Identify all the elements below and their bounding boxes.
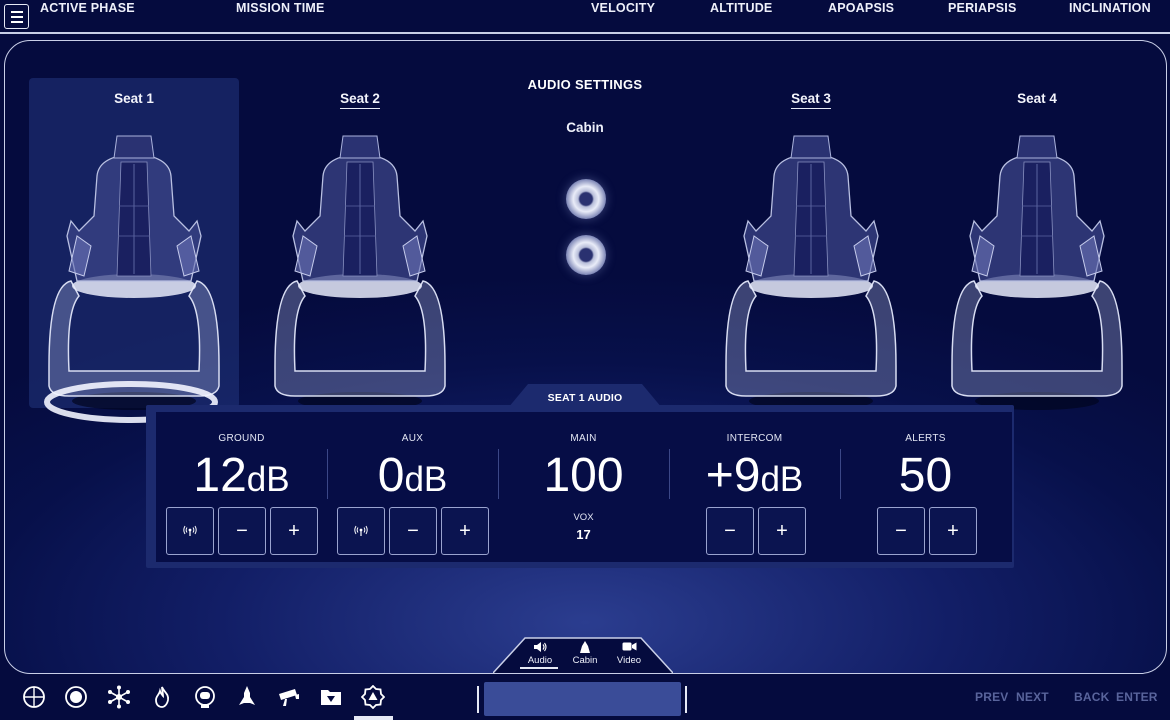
tab-cabin[interactable]: Cabin (563, 641, 607, 666)
main-value: 100 (543, 449, 624, 502)
cabin-speaker-lower-icon[interactable] (566, 235, 606, 275)
top-status-bar: ACTIVE PHASE MISSION TIME VELOCITY ALTIT… (0, 0, 1170, 34)
network-icon[interactable] (107, 685, 131, 709)
spacecraft-icon (563, 641, 607, 655)
seat-2-column[interactable]: Seat 2 (255, 78, 465, 411)
intercom-increase-button[interactable]: + (758, 507, 806, 555)
alerts-value: 50 (898, 449, 953, 502)
cabin-label: Cabin (566, 120, 604, 135)
next-key[interactable]: NEXT (1016, 690, 1049, 704)
seat-1-column[interactable]: Seat 1 (29, 78, 239, 423)
ground-value: 12dB (193, 449, 290, 502)
aux-value: 0dB (377, 449, 448, 502)
aux-label: AUX (401, 433, 424, 444)
camera-icon[interactable] (277, 685, 301, 709)
back-key[interactable]: BACK (1074, 690, 1109, 704)
main-label: MAIN (570, 433, 597, 444)
input-bracket-right (685, 686, 687, 713)
aux-decrease-button[interactable]: − (389, 507, 437, 555)
vox-value: 17 (576, 527, 591, 542)
aux-increase-button[interactable]: + (441, 507, 489, 555)
inclination-label: INCLINATION (1069, 1, 1151, 15)
alerts-decrease-button[interactable]: − (877, 507, 925, 555)
velocity-label: VELOCITY (591, 1, 656, 15)
aux-channel: AUX 0dB − + (327, 412, 498, 562)
radio-wave-icon (183, 525, 197, 536)
tab-video[interactable]: Video (607, 641, 651, 666)
alerts-channel: ALERTS 50 − + (840, 412, 1011, 562)
ground-label: GROUND (218, 433, 265, 444)
flame-icon[interactable] (150, 685, 174, 709)
intercom-decrease-button[interactable]: − (706, 507, 754, 555)
seat-3-column[interactable]: Seat 3 (706, 78, 916, 411)
main-channel: MAIN 100 VOX 17 (498, 412, 669, 562)
seat-audio-main-panel: Seat 1 Seat 2 AUDIO SETTINGS Cabin Seat … (4, 40, 1167, 674)
active-phase-label: ACTIVE PHASE (40, 1, 135, 15)
seat-2-chair-image (274, 135, 446, 411)
enter-key[interactable]: ENTER (1116, 690, 1158, 704)
video-camera-icon (607, 641, 651, 655)
speaker-icon (518, 641, 562, 655)
seat-3-chair-image (725, 135, 897, 411)
active-nav-indicator (354, 716, 393, 720)
ground-channel: GROUND 12dB − + (156, 412, 327, 562)
prev-key[interactable]: PREV (975, 690, 1008, 704)
vox-label: VOX (573, 512, 594, 523)
radio-wave-icon (354, 525, 368, 536)
seat-1-chair-image (44, 135, 220, 423)
settings-icon[interactable] (361, 685, 385, 709)
ground-transmit-button[interactable] (166, 507, 214, 555)
target-ring-icon[interactable] (64, 685, 88, 709)
ground-decrease-button[interactable]: − (218, 507, 266, 555)
periapsis-label: PERIAPSIS (948, 1, 1017, 15)
intercom-value: +9dB (705, 449, 804, 502)
aux-transmit-button[interactable] (337, 507, 385, 555)
input-bracket-left (477, 686, 479, 713)
crosshair-icon[interactable] (22, 685, 46, 709)
command-input[interactable] (484, 682, 681, 716)
tab-audio[interactable]: Audio (518, 641, 562, 669)
intercom-channel: INTERCOM +9dB − + (669, 412, 840, 562)
seat-4-column[interactable]: Seat 4 (932, 78, 1142, 411)
alerts-label: ALERTS (905, 433, 946, 444)
altitude-label: ALTITUDE (710, 1, 773, 15)
menu-icon[interactable] (4, 4, 29, 29)
seat-4-chair-image (951, 135, 1123, 411)
mission-time-label: MISSION TIME (236, 1, 325, 15)
ground-increase-button[interactable]: + (270, 507, 318, 555)
seat-audio-title: SEAT 1 AUDIO (547, 392, 623, 404)
rocket-icon[interactable] (235, 685, 259, 709)
seat-audio-panel: GROUND 12dB − + AUX 0dB − + MAIN 100 VOX… (156, 412, 1012, 562)
cabin-speaker-upper-icon[interactable] (566, 179, 606, 219)
audio-settings-title: AUDIO SETTINGS (527, 77, 643, 92)
alerts-increase-button[interactable]: + (929, 507, 977, 555)
intercom-label: INTERCOM (726, 433, 783, 444)
apoapsis-label: APOAPSIS (828, 1, 895, 15)
folder-icon[interactable] (319, 685, 343, 709)
astronaut-icon[interactable] (193, 685, 217, 709)
